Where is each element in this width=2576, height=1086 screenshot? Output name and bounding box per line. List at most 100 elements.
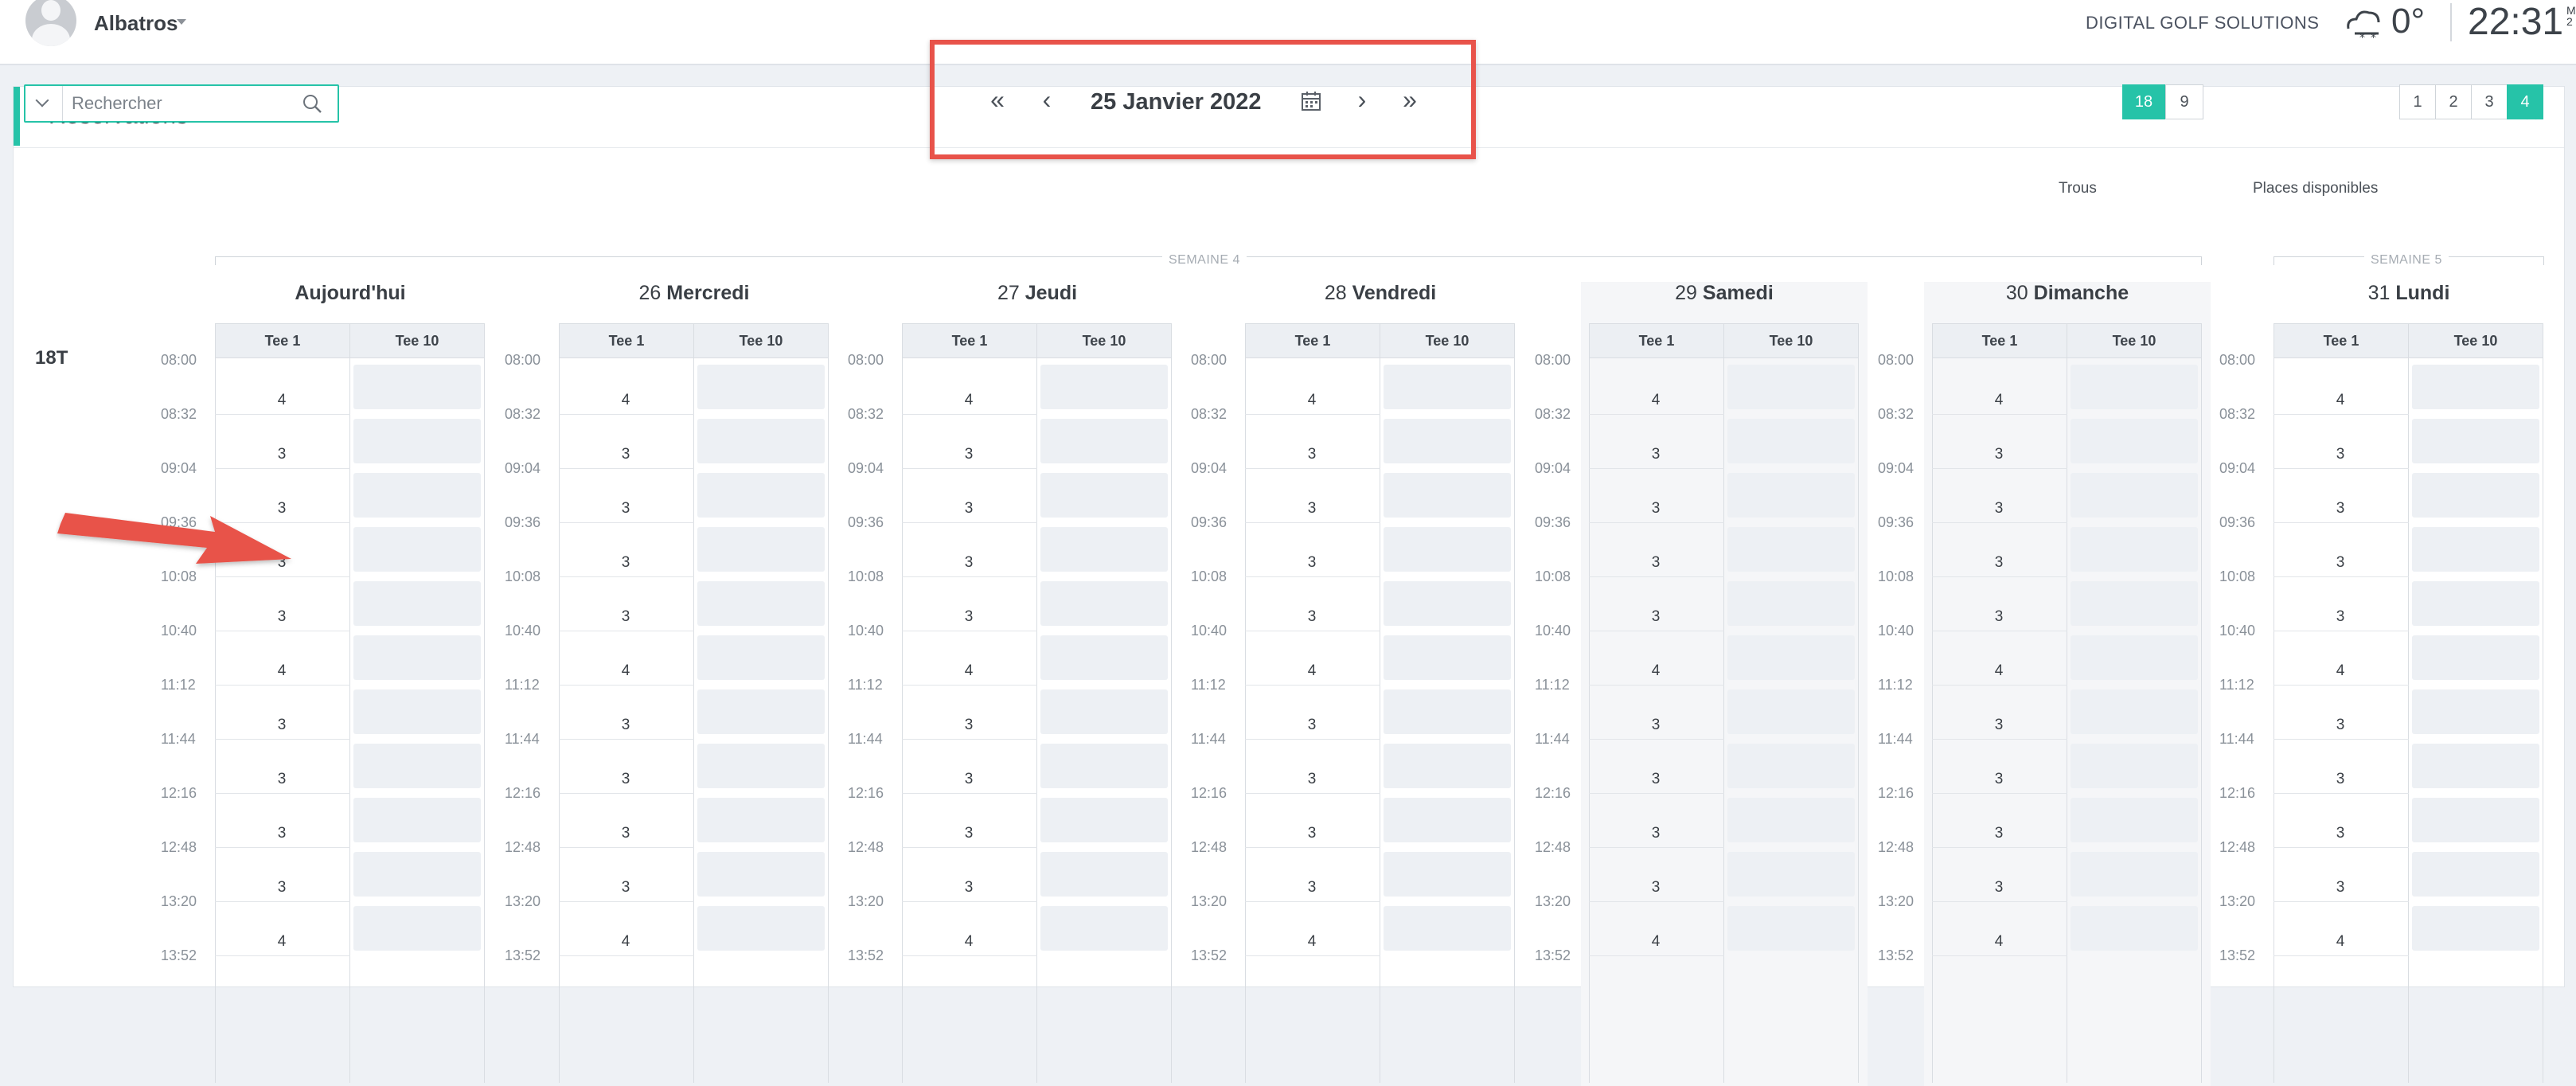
tee-10-slot[interactable] bbox=[2412, 689, 2539, 734]
avatar[interactable] bbox=[25, 0, 76, 46]
chevron-down-icon[interactable] bbox=[177, 19, 186, 25]
places-option-4[interactable]: 4 bbox=[2507, 84, 2543, 119]
available-places-count[interactable]: 3 bbox=[1589, 446, 1723, 463]
places-option-2[interactable]: 2 bbox=[2435, 84, 2472, 119]
available-places-count[interactable]: 3 bbox=[1932, 717, 2066, 734]
tee-10-slot[interactable] bbox=[2071, 906, 2198, 951]
tee-10-slot[interactable] bbox=[2071, 852, 2198, 897]
tee-10-slot[interactable] bbox=[1040, 852, 1168, 897]
tee-10-slot[interactable] bbox=[1040, 689, 1168, 734]
tee-10-slot[interactable] bbox=[697, 419, 825, 463]
tee-10-slot[interactable] bbox=[2071, 798, 2198, 842]
available-places-count[interactable]: 4 bbox=[1589, 392, 1723, 409]
tee-10-slot[interactable] bbox=[1727, 635, 1855, 680]
available-places-count[interactable]: 4 bbox=[1245, 392, 1379, 409]
tee-10-slot[interactable] bbox=[1727, 419, 1855, 463]
available-places-count[interactable]: 3 bbox=[2274, 879, 2407, 897]
available-places-count[interactable]: 3 bbox=[559, 608, 693, 626]
tee-10-slot[interactable] bbox=[2071, 744, 2198, 788]
available-places-count[interactable]: 3 bbox=[1245, 717, 1379, 734]
tee-10-slot[interactable] bbox=[2071, 365, 2198, 409]
available-places-count[interactable]: 3 bbox=[1245, 500, 1379, 518]
search-input[interactable] bbox=[72, 91, 287, 116]
available-places-count[interactable]: 3 bbox=[902, 717, 1036, 734]
available-places-count[interactable]: 3 bbox=[559, 500, 693, 518]
available-places-count[interactable]: 3 bbox=[1589, 879, 1723, 897]
user-name[interactable]: Albatros bbox=[94, 11, 178, 36]
available-places-count[interactable]: 3 bbox=[1245, 771, 1379, 788]
tee-10-slot[interactable] bbox=[1727, 744, 1855, 788]
available-places-count[interactable]: 3 bbox=[215, 446, 349, 463]
available-places-count[interactable]: 4 bbox=[1932, 392, 2066, 409]
available-places-count[interactable]: 4 bbox=[2274, 662, 2407, 680]
tee-10-slot[interactable] bbox=[353, 365, 481, 409]
available-places-count[interactable]: 3 bbox=[1589, 500, 1723, 518]
available-places-count[interactable]: 3 bbox=[902, 825, 1036, 842]
available-places-count[interactable]: 3 bbox=[215, 771, 349, 788]
tee-10-slot[interactable] bbox=[2071, 419, 2198, 463]
holes-option-18[interactable]: 18 bbox=[2122, 84, 2165, 119]
available-places-count[interactable]: 3 bbox=[1932, 554, 2066, 572]
tee-10-slot[interactable] bbox=[1384, 689, 1511, 734]
available-places-count[interactable]: 3 bbox=[902, 771, 1036, 788]
tee-10-slot[interactable] bbox=[697, 365, 825, 409]
places-option-3[interactable]: 3 bbox=[2471, 84, 2508, 119]
tee-10-slot[interactable] bbox=[1040, 798, 1168, 842]
available-places-count[interactable]: 3 bbox=[215, 608, 349, 626]
available-places-count[interactable]: 4 bbox=[1245, 662, 1379, 680]
tee-10-slot[interactable] bbox=[1384, 365, 1511, 409]
available-places-count[interactable]: 3 bbox=[559, 717, 693, 734]
tee-10-slot[interactable] bbox=[353, 473, 481, 518]
tee-10-slot[interactable] bbox=[353, 527, 481, 572]
available-places-count[interactable]: 4 bbox=[215, 933, 349, 951]
prev-week-button[interactable]: « bbox=[984, 87, 1011, 115]
available-places-count[interactable]: 4 bbox=[559, 933, 693, 951]
available-places-count[interactable]: 3 bbox=[902, 500, 1036, 518]
tee-10-slot[interactable] bbox=[2412, 635, 2539, 680]
available-places-count[interactable]: 3 bbox=[1932, 771, 2066, 788]
tee-10-slot[interactable] bbox=[353, 689, 481, 734]
places-option-1[interactable]: 1 bbox=[2399, 84, 2436, 119]
available-places-count[interactable]: 4 bbox=[559, 662, 693, 680]
tee-10-slot[interactable] bbox=[1384, 798, 1511, 842]
tee-10-slot[interactable] bbox=[1384, 744, 1511, 788]
available-places-count[interactable]: 3 bbox=[1589, 717, 1723, 734]
tee-10-slot[interactable] bbox=[353, 635, 481, 680]
tee-10-slot[interactable] bbox=[697, 798, 825, 842]
available-places-count[interactable]: 3 bbox=[1245, 825, 1379, 842]
tee-10-slot[interactable] bbox=[353, 852, 481, 897]
available-places-count[interactable]: 4 bbox=[2274, 392, 2407, 409]
available-places-count[interactable]: 3 bbox=[1245, 446, 1379, 463]
available-places-count[interactable]: 4 bbox=[1932, 933, 2066, 951]
tee-10-slot[interactable] bbox=[1384, 581, 1511, 626]
available-places-count[interactable]: 3 bbox=[1589, 554, 1723, 572]
tee-10-slot[interactable] bbox=[697, 473, 825, 518]
tee-10-slot[interactable] bbox=[1040, 581, 1168, 626]
tee-10-slot[interactable] bbox=[1727, 581, 1855, 626]
available-places-count[interactable]: 4 bbox=[902, 933, 1036, 951]
tee-10-slot[interactable] bbox=[353, 744, 481, 788]
tee-10-slot[interactable] bbox=[2412, 527, 2539, 572]
next-day-button[interactable]: › bbox=[1348, 87, 1376, 115]
tee-10-slot[interactable] bbox=[1040, 744, 1168, 788]
available-places-count[interactable]: 3 bbox=[559, 879, 693, 897]
available-places-count[interactable]: 3 bbox=[215, 825, 349, 842]
tee-10-slot[interactable] bbox=[697, 906, 825, 951]
tee-10-slot[interactable] bbox=[1727, 365, 1855, 409]
tee-10-slot[interactable] bbox=[2412, 744, 2539, 788]
available-places-count[interactable]: 4 bbox=[902, 392, 1036, 409]
tee-10-slot[interactable] bbox=[1040, 906, 1168, 951]
tee-10-slot[interactable] bbox=[1384, 527, 1511, 572]
available-places-count[interactable]: 4 bbox=[2274, 933, 2407, 951]
available-places-count[interactable]: 4 bbox=[1932, 662, 2066, 680]
available-places-count[interactable]: 3 bbox=[215, 879, 349, 897]
tee-10-slot[interactable] bbox=[2071, 473, 2198, 518]
available-places-count[interactable]: 3 bbox=[559, 554, 693, 572]
available-places-count[interactable]: 4 bbox=[215, 392, 349, 409]
tee-10-slot[interactable] bbox=[1727, 852, 1855, 897]
tee-10-slot[interactable] bbox=[2412, 365, 2539, 409]
tee-10-slot[interactable] bbox=[2412, 798, 2539, 842]
available-places-count[interactable]: 3 bbox=[215, 717, 349, 734]
tee-10-slot[interactable] bbox=[2412, 473, 2539, 518]
tee-10-slot[interactable] bbox=[697, 527, 825, 572]
